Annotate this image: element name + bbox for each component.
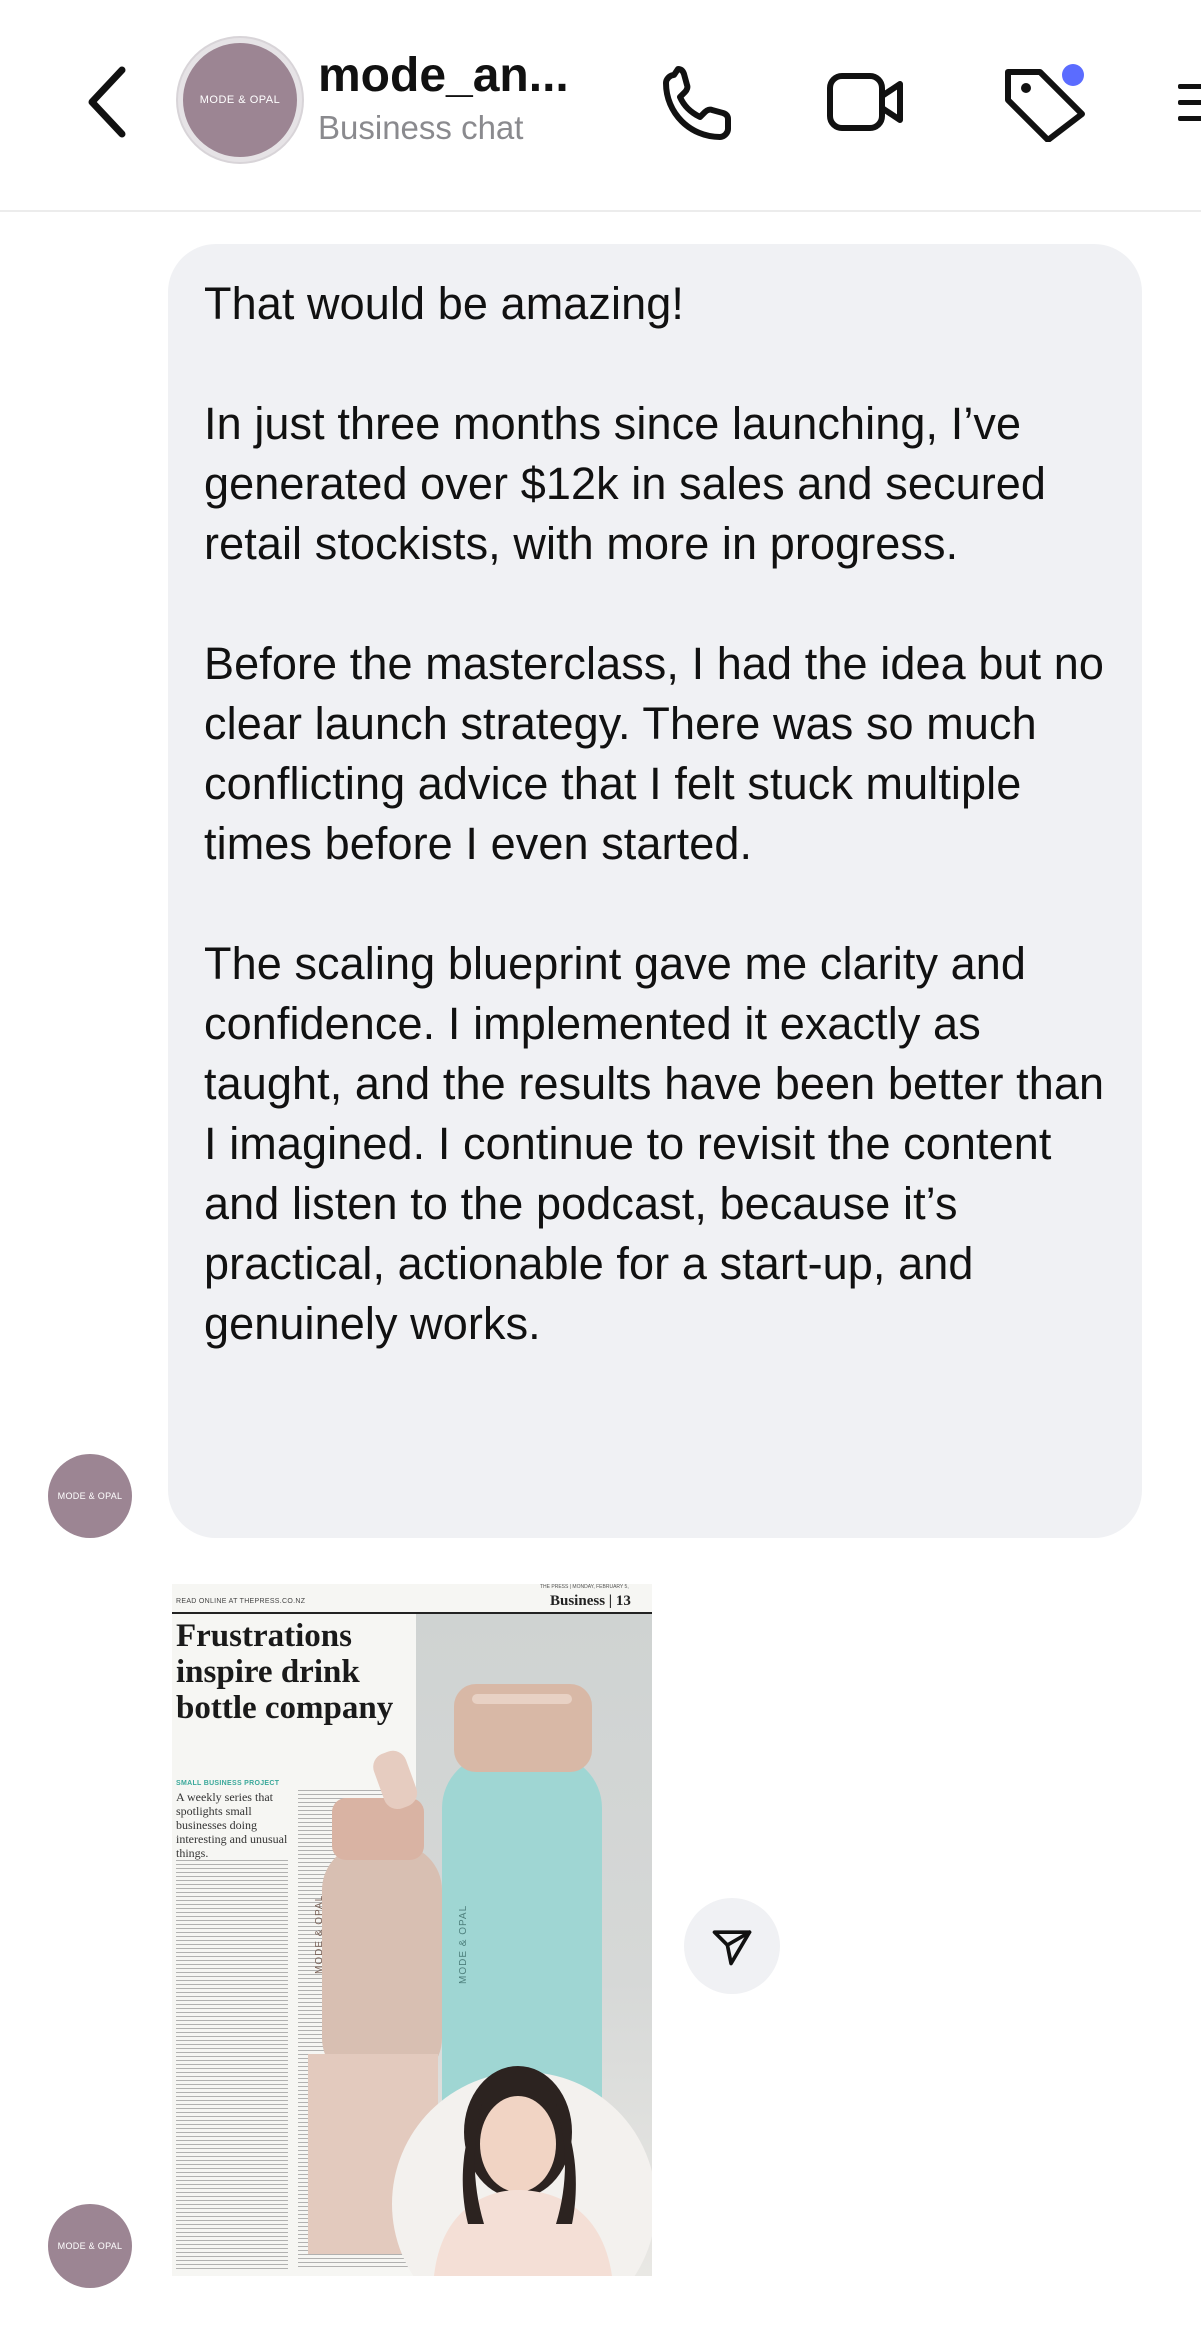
phone-icon[interactable]: [660, 66, 734, 140]
avatar[interactable]: MODE & OPAL: [178, 38, 302, 162]
notification-dot: [1062, 64, 1084, 86]
chat-screen: MODE & OPAL mode_an... Business chat Tha…: [0, 0, 1201, 2332]
avatar-text: MODE & OPAL: [199, 94, 281, 106]
chat-subtitle: Business chat: [318, 109, 524, 146]
sender-avatar-text: MODE & OPAL: [57, 2241, 123, 2251]
message-paragraph: That would be amazing!: [204, 278, 684, 329]
message-paragraph: Before the masterclass, I had the idea b…: [204, 638, 1105, 869]
video-camera-icon[interactable]: [826, 70, 906, 134]
chat-header: MODE & OPAL mode_an... Business chat: [0, 0, 1201, 212]
bottle-brand-label: MODE & OPAL: [314, 1894, 325, 1974]
message-paragraph: In just three months since launching, I’…: [204, 398, 1047, 569]
sender-avatar[interactable]: MODE & OPAL: [48, 1454, 132, 1538]
chat-title: mode_an...: [318, 49, 569, 102]
chevron-left-icon[interactable]: [80, 62, 140, 142]
sender-avatar[interactable]: MODE & OPAL: [48, 2204, 132, 2288]
sender-avatar-text: MODE & OPAL: [57, 1491, 123, 1501]
drink-bottles-illustration: [308, 1684, 652, 2276]
menu-icon[interactable]: [1174, 78, 1201, 128]
chat-title-block[interactable]: mode_an... Business chat: [318, 48, 569, 150]
message-bubble[interactable]: That would be amazing! In just three mon…: [168, 244, 1142, 1538]
share-button[interactable]: [684, 1898, 780, 1994]
newspaper-image[interactable]: READ ONLINE AT THEPRESS.CO.NZ THE PRESS …: [172, 1584, 652, 2276]
send-icon: [712, 1930, 752, 1966]
bottle-brand-label: MODE & OPAL: [458, 1904, 469, 1984]
message-paragraph: The scaling blueprint gave me clarity an…: [204, 938, 1105, 1349]
